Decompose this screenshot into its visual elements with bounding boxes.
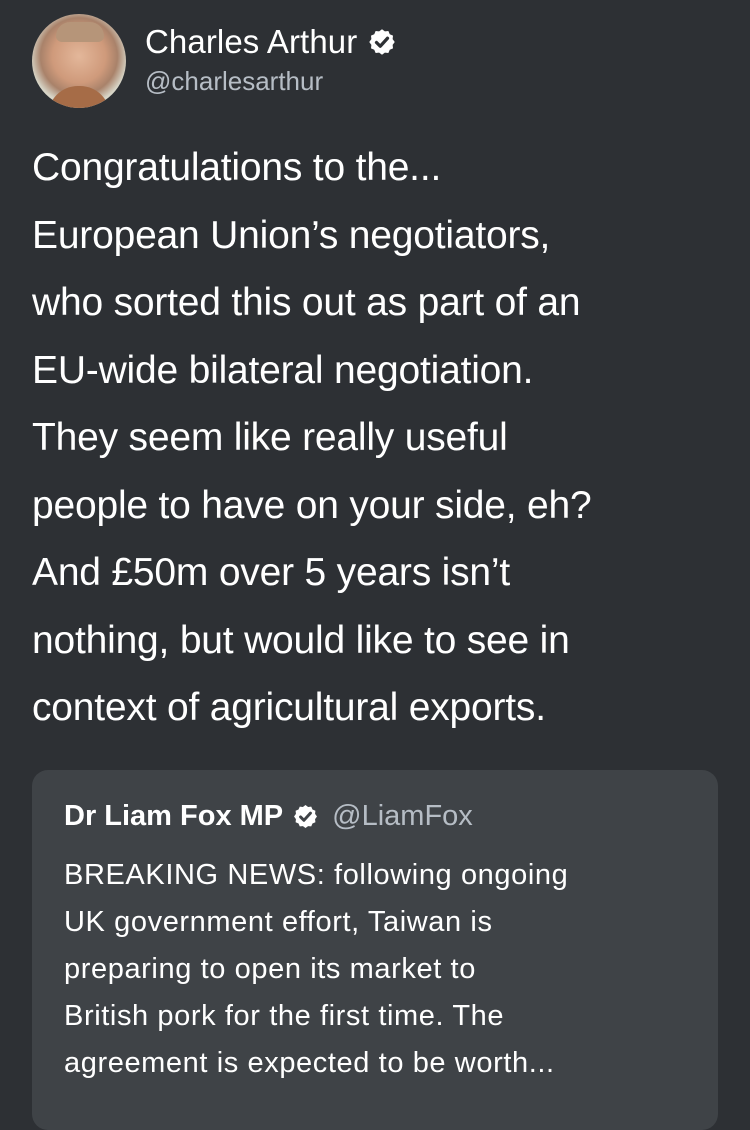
verified-badge-icon [369,29,396,55]
avatar-shirt [48,86,110,108]
author-handle[interactable]: @charlesarthur [145,64,397,98]
author-avatar[interactable] [32,14,126,108]
tweet-header: Charles Arthur @charlesarthur [32,14,397,108]
author-name[interactable]: Charles Arthur [145,20,357,64]
quoted-tweet-header: Dr Liam Fox MP @LiamFox [64,796,473,836]
quoted-author-handle: @LiamFox [332,800,473,832]
author-identity: Charles Arthur @charlesarthur [145,20,397,98]
quoted-tweet-card[interactable]: Dr Liam Fox MP @LiamFox BREAKING NEWS: f… [32,770,718,1130]
quoted-author-name: Dr Liam Fox MP [64,800,284,832]
quoted-tweet-body: BREAKING NEWS: following ongoing UK gove… [64,859,569,1079]
author-name-row: Charles Arthur [145,20,397,64]
tweet-body: Congratulations to the... European Union… [32,146,592,729]
avatar-hair [56,22,104,42]
verified-badge-icon [294,804,318,828]
